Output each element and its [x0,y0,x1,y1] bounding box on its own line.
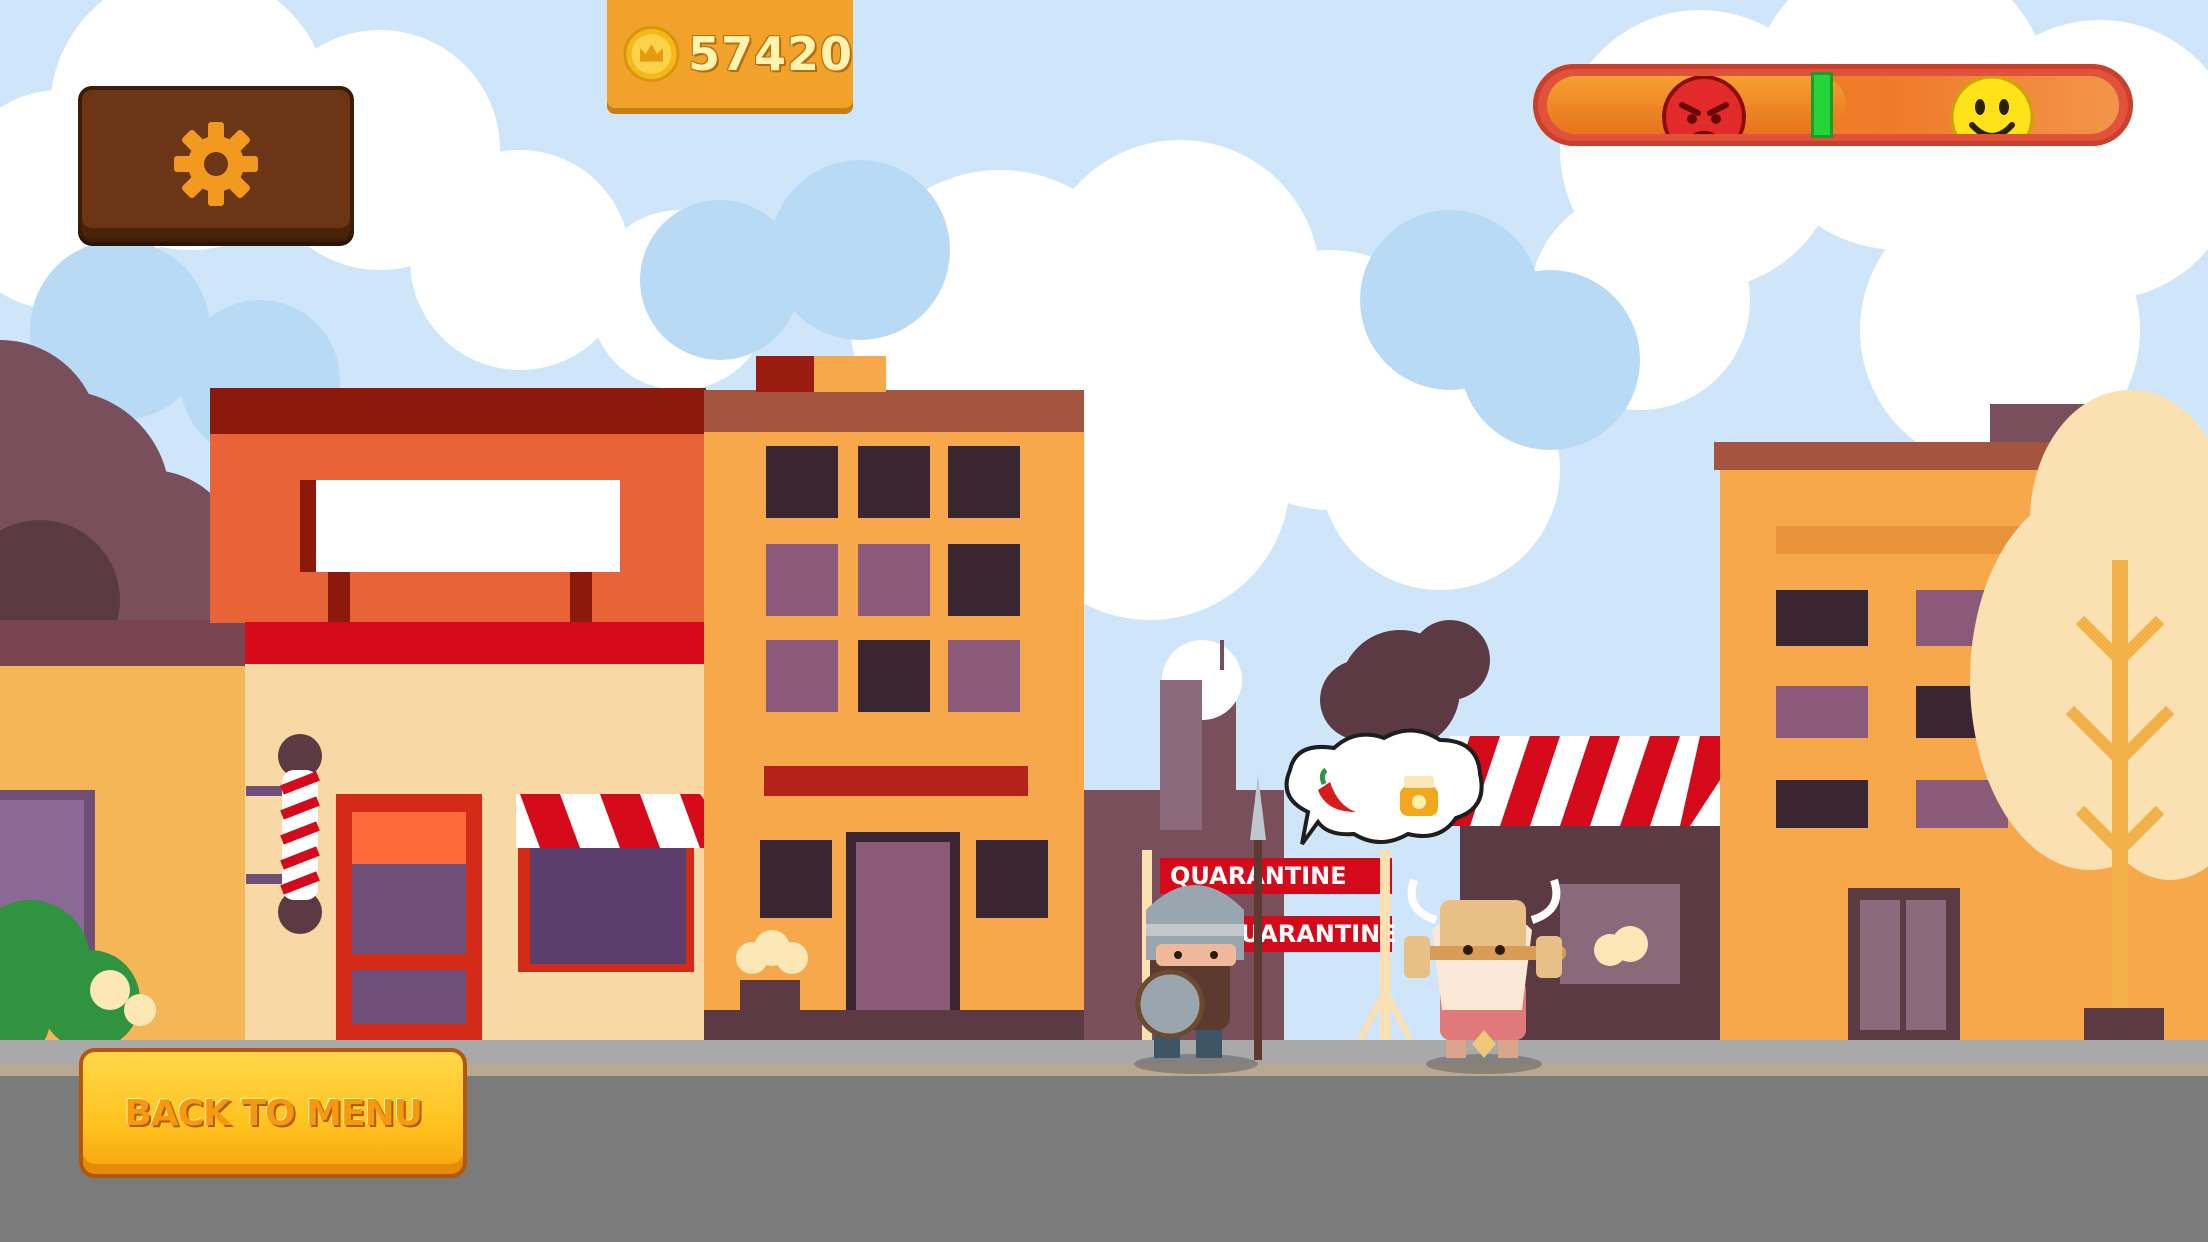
honey-jar-icon [1400,776,1438,816]
angry-face-icon [1662,76,1746,134]
back-to-menu-button[interactable]: BACK TO MENU [79,1048,467,1178]
crown-coin-icon [623,25,680,83]
mood-meter [1533,64,2133,146]
request-speech-bubble [1284,728,1484,846]
mood-indicator [1810,72,1833,138]
gear-icon [174,122,258,206]
settings-button[interactable] [78,86,354,242]
back-to-menu-label: BACK TO MENU [124,1092,423,1134]
mood-track [1547,76,2119,134]
happy-face-icon [1950,76,2034,134]
coin-count: 57420 [687,27,853,81]
coin-counter: 57420 [607,0,853,108]
quarantine-sign-text: QUARANTINE [1220,920,1397,948]
